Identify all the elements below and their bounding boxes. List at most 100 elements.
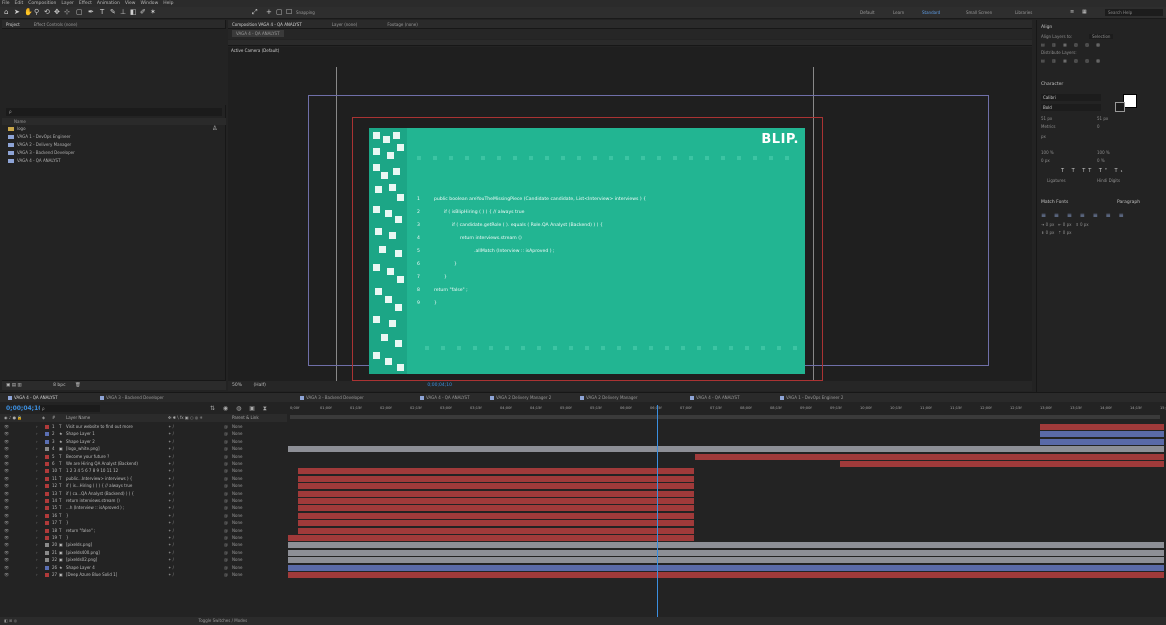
pen-tool-icon[interactable]: ✒ — [88, 8, 94, 17]
project-item-vaga-1[interactable]: VAGA 1 - DevOps Engineer — [8, 133, 71, 141]
expand-arrow-icon[interactable]: › — [36, 476, 38, 482]
layer-switches[interactable]: ✦ / — [168, 439, 174, 445]
visibility-toggle-icon[interactable]: 👁 — [4, 572, 9, 578]
layer-row[interactable]: 👁 › 14 Treturn interviews.stream () ✦ / @ None — [0, 498, 287, 504]
pickwhip-icon[interactable]: @ — [224, 565, 228, 571]
layer-switches[interactable]: ✦ / — [168, 483, 174, 489]
expand-arrow-icon[interactable]: › — [36, 431, 38, 437]
layer-track[interactable] — [288, 527, 1164, 534]
layer-name[interactable]: [pixelds02.png] — [66, 557, 97, 563]
layer-track[interactable] — [288, 549, 1164, 556]
pickwhip-icon[interactable]: @ — [224, 491, 228, 497]
layer-row[interactable]: 👁 › 2 ★ Shape Layer 1 ✦ / @ None — [0, 431, 287, 437]
tab-effect-controls[interactable]: Effect Controls (none) — [34, 20, 78, 28]
puppet-tool-icon[interactable]: ✶ — [150, 8, 156, 17]
layer-duration-bar[interactable] — [288, 557, 1164, 564]
pickwhip-icon[interactable]: @ — [224, 446, 228, 452]
label-color[interactable] — [45, 476, 49, 481]
layer-switches[interactable]: ✦ / — [168, 468, 174, 474]
eraser-tool-icon[interactable]: ◧ — [130, 8, 137, 17]
pickwhip-icon[interactable]: @ — [224, 498, 228, 504]
timeline-tab[interactable]: VAGA 3 - Backend Developer — [100, 393, 164, 402]
project-item-logo[interactable]: logo — [8, 125, 26, 133]
pickwhip-icon[interactable]: @ — [224, 528, 228, 534]
font-family-select[interactable]: Calibri — [1041, 94, 1101, 101]
layer-track[interactable] — [288, 542, 1164, 549]
stroke-width-field[interactable]: px — [1041, 134, 1046, 139]
parent-select[interactable]: None — [232, 505, 242, 511]
timeline-tab[interactable]: VAGA 4 - QA ANALYST — [690, 393, 740, 402]
label-color[interactable] — [45, 536, 49, 540]
visibility-toggle-icon[interactable]: 👁 — [4, 483, 9, 489]
stroke-color-swatch[interactable] — [1115, 102, 1125, 112]
layer-name[interactable]: [Deep Azure Blue Solid 1] — [66, 572, 117, 578]
layer-name[interactable]: if ( is...Hiring ( ) ) { // always true — [66, 483, 132, 489]
layer-duration-bar[interactable] — [1040, 431, 1164, 438]
trash-icon[interactable]: 🗑 — [75, 383, 81, 388]
bpc-label[interactable]: 8 bpc — [53, 383, 65, 388]
visibility-toggle-icon[interactable]: 👁 — [4, 498, 9, 504]
axis-icon[interactable]: ⤢ — [252, 8, 258, 17]
layer-track[interactable] — [288, 564, 1164, 571]
layer-name[interactable]: [pixelds400.png] — [66, 550, 100, 556]
expand-arrow-icon[interactable]: › — [36, 572, 38, 578]
expand-arrow-icon[interactable]: › — [36, 542, 38, 548]
expand-arrow-icon[interactable]: › — [36, 454, 38, 460]
layer-name[interactable]: 1 2 3 4 5 6 7 8 9 10 11 12 — [66, 468, 118, 474]
roto-brush-tool-icon[interactable]: ✐ — [140, 8, 146, 17]
pickwhip-icon[interactable]: @ — [224, 535, 228, 541]
layer-switches[interactable]: ✦ / — [168, 513, 174, 519]
timeline-tab[interactable]: VAGA 2 Delivery Manager 2 — [490, 393, 551, 402]
expand-arrow-icon[interactable]: › — [36, 439, 38, 445]
parent-select[interactable]: None — [232, 513, 242, 519]
layer-duration-bar[interactable] — [288, 446, 1164, 453]
label-color[interactable] — [45, 432, 49, 437]
paragraph-align-buttons[interactable]: ≡ ≡ ≡ ≡ ≡ ≡ ≡ — [1041, 212, 1127, 219]
rotate-tool-icon[interactable]: ⟲ — [44, 8, 50, 17]
parent-select[interactable]: None — [232, 468, 242, 474]
layer-name[interactable]: [pixelds.png] — [66, 542, 92, 548]
layer-row[interactable]: 👁 › 16 T} ✦ / @ None — [0, 513, 287, 519]
visibility-toggle-icon[interactable]: 👁 — [4, 535, 9, 541]
kerning-field[interactable]: Metrics — [1041, 124, 1056, 129]
layer-switches[interactable]: ✦ / — [168, 520, 174, 526]
parent-select[interactable]: None — [232, 476, 242, 482]
expand-arrow-icon[interactable]: › — [36, 424, 38, 430]
visibility-toggle-icon[interactable]: 👁 — [4, 520, 9, 526]
layer-name[interactable]: Shape Layer 2 — [66, 439, 95, 445]
label-color[interactable] — [45, 543, 49, 548]
expand-arrow-icon[interactable]: › — [36, 491, 38, 497]
distribute-buttons[interactable]: ▤ ▥ ▦ ▧ ▨ ▩ — [1041, 58, 1103, 63]
layer-name[interactable]: } — [66, 535, 69, 541]
visibility-toggle-icon[interactable]: 👁 — [4, 446, 9, 452]
layer-duration-bar[interactable] — [288, 564, 1164, 571]
toggle-switches-label[interactable]: Toggle Switches / Modes — [198, 618, 247, 623]
vertical-scale-field[interactable]: 100 % — [1041, 150, 1054, 155]
layer-name[interactable]: ...h (Interview :: isAproved ) ; — [66, 505, 124, 511]
new-folder-icon[interactable]: ▤ — [12, 383, 16, 388]
visibility-toggle-icon[interactable]: 👁 — [4, 468, 9, 474]
parent-select[interactable]: None — [232, 424, 242, 430]
label-color[interactable] — [45, 573, 49, 577]
layer-row[interactable]: 👁 › 26 ★ Shape Layer 4 ✦ / @ None — [0, 565, 287, 571]
layer-duration-bar[interactable] — [288, 549, 1164, 556]
pickwhip-icon[interactable]: @ — [224, 483, 228, 489]
parent-select[interactable]: None — [232, 446, 242, 452]
label-color[interactable] — [45, 447, 49, 452]
layer-track[interactable] — [288, 557, 1164, 564]
menu-item-animation[interactable]: Animation — [97, 0, 120, 7]
layer-row[interactable]: 👁 › 10 T 1 2 3 4 5 6 7 8 9 10 11 12 ✦ / @ None — [0, 468, 287, 474]
layer-switches[interactable]: ✦ / — [168, 446, 174, 452]
layer-switches[interactable]: ✦ / — [168, 461, 174, 467]
parent-select[interactable]: None — [232, 491, 242, 497]
composition-viewer[interactable]: BLIP. 1 public boolean areYouTheMissingPi… — [228, 47, 1032, 381]
snapping-checkbox-icon[interactable]: ☐ — [286, 8, 292, 17]
layer-name[interactable]: Visit our website to find out more — [66, 424, 133, 430]
layer-name[interactable]: return "false" ; — [66, 528, 95, 534]
layer-duration-bar[interactable] — [288, 572, 1164, 578]
current-time-display[interactable]: 0;00;04;10 — [6, 405, 42, 412]
layer-track[interactable] — [288, 483, 1164, 490]
label-color[interactable] — [45, 484, 49, 489]
spacing-fields[interactable]: ⇟ 0 px ⇡ 0 px — [1041, 230, 1072, 235]
layer-name[interactable]: if ( ca...QA Analyst (Backend) ) ) { — [66, 491, 134, 497]
